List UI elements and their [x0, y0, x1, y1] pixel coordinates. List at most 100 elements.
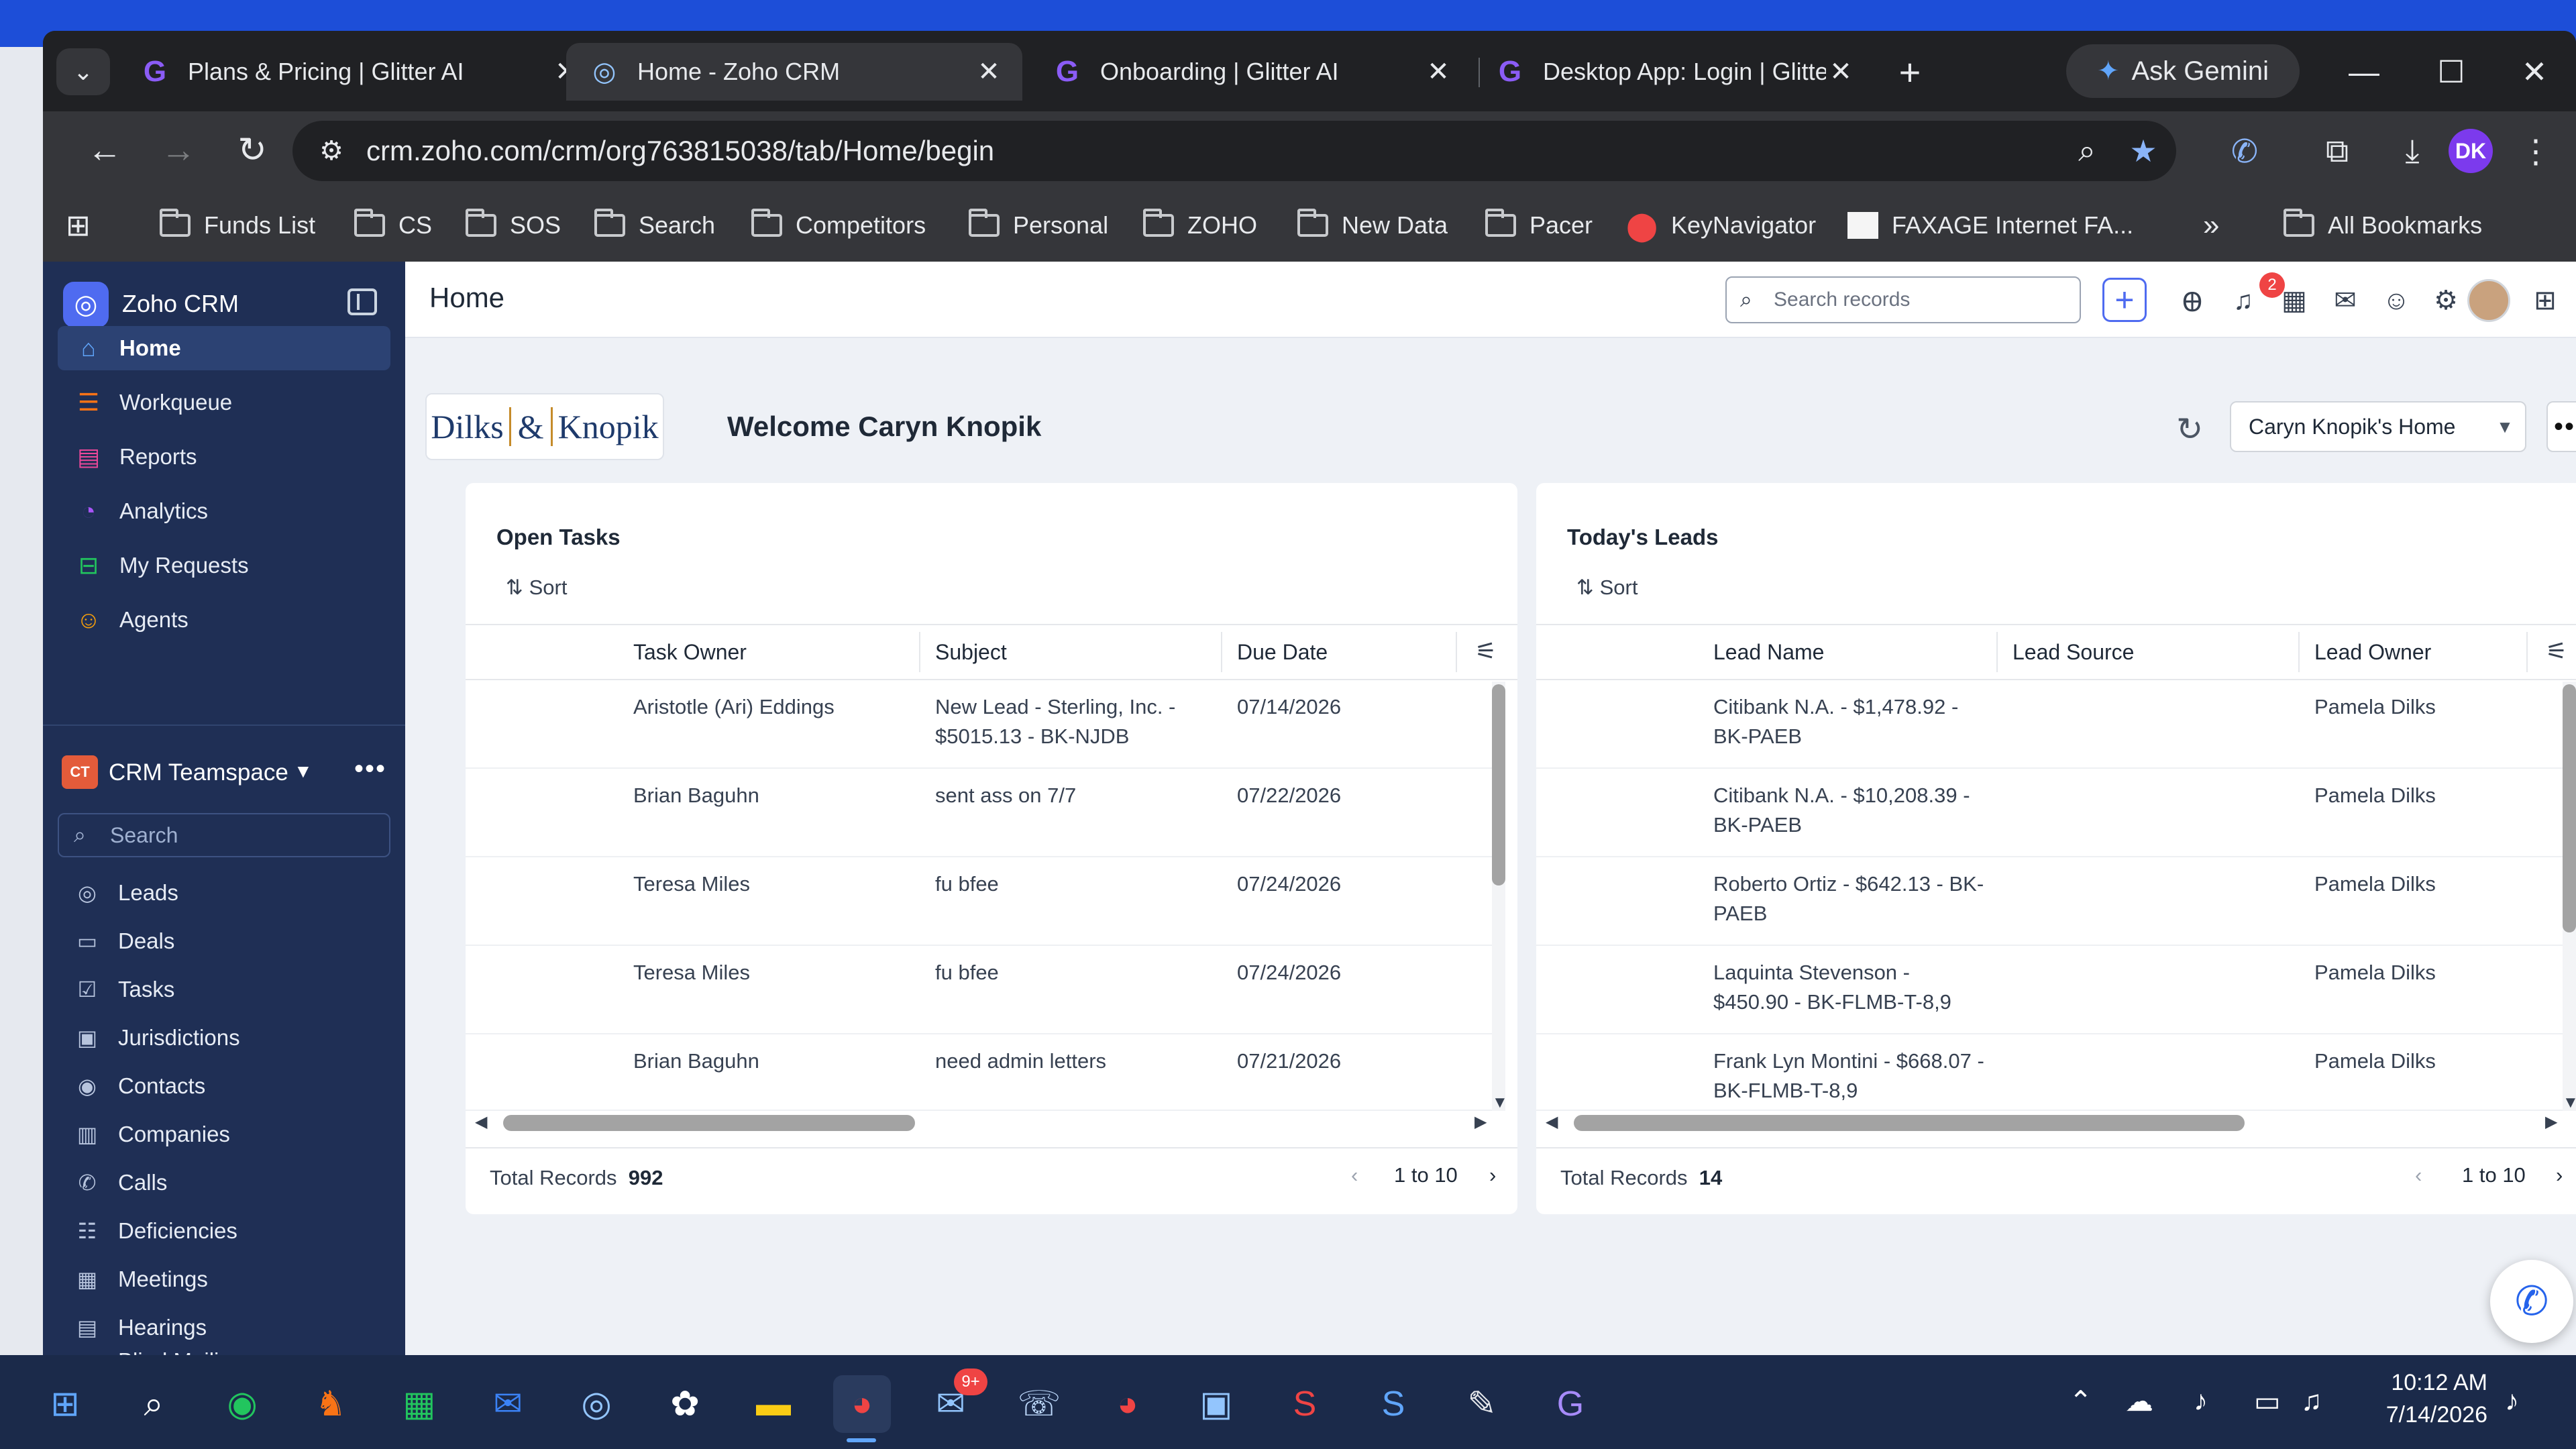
new-tab-button[interactable]: + [1888, 50, 1932, 94]
bookmark-folder[interactable]: Personal [969, 204, 1108, 247]
table-row[interactable]: Laquinta Stevenson - $450.90 - BK-FLMB-T… [1536, 945, 2563, 1034]
bookmark-folder[interactable]: Pacer [1485, 204, 1593, 247]
cloud-off-icon[interactable]: ☁ [2125, 1385, 2153, 1417]
close-icon[interactable]: ✕ [1826, 56, 1856, 87]
module-item-jurisdictions[interactable]: ▣ Jurisdictions [58, 1017, 390, 1059]
timer-app-icon[interactable]: ◎ [568, 1375, 625, 1433]
s-app-icon[interactable]: S [1364, 1375, 1422, 1433]
table-row[interactable]: Roberto Ortiz - $642.13 - BK-PAEB Pamela… [1536, 856, 2563, 946]
subject-cell[interactable]: need admin letters [935, 1046, 1210, 1076]
table-row[interactable]: Aristotle (Ari) Eddings New Lead - Sterl… [466, 679, 1492, 769]
bookmark-folder[interactable]: ZOHO [1143, 204, 1257, 247]
module-item-companies[interactable]: ▥ Companies [58, 1114, 390, 1155]
apps-grid-icon[interactable]: ⊞ [66, 204, 91, 247]
forward-button[interactable]: → [154, 126, 203, 174]
calendar-icon[interactable]: ▦ [2274, 280, 2314, 321]
browser-tab[interactable]: G Desktop App: Login | Glitter ✕ [1472, 43, 1874, 101]
scrollbar-thumb[interactable] [503, 1115, 915, 1131]
scrollbar-thumb[interactable] [1574, 1115, 2245, 1131]
table-row[interactable]: Frank Lyn Montini - $668.07 - BK-FLMB-T-… [1536, 1033, 2563, 1111]
phone-bridge-button[interactable]: ✆ [2490, 1260, 2573, 1343]
bookmarks-overflow-button[interactable]: » [2203, 204, 2219, 247]
sort-button[interactable]: ⇅ Sort [506, 576, 567, 600]
brave-icon[interactable]: ♞ [302, 1375, 360, 1433]
lead-name-cell[interactable]: Laquinta Stevenson - $450.90 - BK-FLMB-T… [1713, 958, 1988, 1017]
volume-icon[interactable]: ♫ [2301, 1385, 2322, 1417]
scroll-down-icon[interactable]: ▼ [2563, 1093, 2576, 1112]
module-item-deals[interactable]: ▭ Deals [58, 920, 390, 962]
table-row[interactable]: Citibank N.A. - $1,478.92 - BK-PAEB Pame… [1536, 679, 2563, 769]
more-menu-icon[interactable]: ⋮ [2512, 127, 2560, 176]
bookmark-link[interactable]: FAXAGE Internet FA... [1847, 204, 2133, 247]
extensions-icon[interactable]: ⧉ [2313, 127, 2361, 176]
lead-name-cell[interactable]: Roberto Ortiz - $642.13 - BK-PAEB [1713, 869, 1988, 928]
user-avatar[interactable] [2467, 279, 2510, 322]
search-icon[interactable]: ⌕ [125, 1375, 182, 1433]
chatgpt-icon[interactable]: ✿ [656, 1375, 714, 1433]
download-icon[interactable]: ⤓ [2388, 127, 2436, 176]
glitter-app-icon[interactable]: G [1542, 1375, 1599, 1433]
bell-icon[interactable]: ♫ [2223, 280, 2263, 321]
table-row[interactable]: Brian Baguhn need admin letters 07/21/20… [466, 1033, 1492, 1111]
sidebar-item-home[interactable]: ⌂ Home [58, 326, 390, 370]
next-page-icon[interactable]: › [2556, 1163, 2563, 1187]
close-icon[interactable]: ✕ [1424, 56, 1453, 87]
module-item-contacts[interactable]: ◉ Contacts [58, 1065, 390, 1107]
app-grid-icon[interactable]: ⊞ [2525, 280, 2565, 321]
all-bookmarks[interactable]: All Bookmarks [2284, 204, 2482, 247]
marketplace-icon[interactable]: ☺ [2376, 280, 2416, 321]
bookmark-folder[interactable]: SOS [466, 204, 561, 247]
network-icon[interactable]: ▭ [2254, 1385, 2281, 1417]
next-page-icon[interactable]: › [1489, 1163, 1496, 1187]
more-horizontal-icon[interactable]: ••• [354, 754, 386, 784]
excel-icon[interactable]: ▦ [390, 1375, 448, 1433]
subject-cell[interactable]: sent ass on 7/7 [935, 781, 1210, 810]
create-new-button[interactable]: + [2102, 278, 2147, 322]
scroll-left-icon[interactable]: ◀ [1546, 1112, 1558, 1132]
module-item-deficiencies[interactable]: ☷ Deficiencies [58, 1210, 390, 1252]
column-header[interactable]: Lead Owner [2314, 640, 2431, 665]
ask-gemini-button[interactable]: ✦ Ask Gemini [2066, 44, 2300, 98]
search-records-input[interactable]: ⌕ Search records [1725, 276, 2081, 323]
lead-name-cell[interactable]: Citibank N.A. - $1,478.92 - BK-PAEB [1713, 692, 1988, 751]
gear-icon[interactable]: ⚙ [2426, 280, 2466, 321]
table-row[interactable]: Citibank N.A. - $10,208.39 - BK-PAEB Pam… [1536, 767, 2563, 857]
column-settings-icon[interactable]: ⚟ [2540, 637, 2573, 665]
chrome-icon[interactable]: ◕ [833, 1375, 891, 1433]
bookmark-folder[interactable]: Search [594, 204, 715, 247]
lead-name-cell[interactable]: Citibank N.A. - $10,208.39 - BK-PAEB [1713, 781, 1988, 840]
browser-tab[interactable]: G Onboarding | Glitter AI ✕ [1029, 43, 1472, 101]
column-header[interactable]: Due Date [1237, 640, 1328, 665]
zia-icon[interactable]: Ꚛ [2172, 280, 2212, 321]
table-row[interactable]: Teresa Miles fu bfee 07/24/2026 [466, 856, 1492, 946]
microphone-icon[interactable]: ♪ [2194, 1385, 2208, 1417]
clock-time[interactable]: 10:12 AM [2380, 1370, 2487, 1396]
url-text[interactable]: crm.zoho.com/crm/org763815038/tab/Home/b… [366, 135, 2063, 167]
sidebar-collapse-icon[interactable] [347, 288, 377, 315]
outlook-icon[interactable]: ✉ [479, 1375, 537, 1433]
minimize-button[interactable]: — [2330, 50, 2398, 94]
horizontal-scrollbar[interactable]: ◀ ▶ [1543, 1111, 2569, 1135]
bookmark-star-icon[interactable]: ★ [2120, 133, 2167, 169]
notification-bell-icon[interactable]: ♪ [2505, 1385, 2519, 1417]
address-bar[interactable]: ⚙ crm.zoho.com/crm/org763815038/tab/Home… [292, 121, 2176, 181]
bookmark-folder[interactable]: CS [354, 204, 432, 247]
refresh-icon[interactable]: ↻ [2169, 409, 2210, 449]
notes-app-icon[interactable]: ✎ [1453, 1375, 1511, 1433]
column-separator[interactable] [2526, 632, 2528, 672]
scroll-left-icon[interactable]: ◀ [475, 1112, 487, 1132]
site-settings-icon[interactable]: ⚙ [313, 136, 350, 166]
sidebar-item-agents[interactable]: ☺ Agents [58, 598, 390, 642]
browser-tab[interactable]: G Plans & Pricing | Glitter AI ✕ [117, 43, 600, 101]
start-windows-icon[interactable]: ⊞ [36, 1375, 94, 1433]
clock-date[interactable]: 7/14/2026 [2361, 1402, 2487, 1428]
maximize-button[interactable]: ☐ [2418, 50, 2485, 94]
reload-button[interactable]: ↻ [228, 126, 276, 174]
teamspace-name[interactable]: CRM Teamspace [109, 759, 288, 786]
zoom-icon[interactable]: ⌕ [2063, 132, 2110, 170]
bookmark-folder[interactable]: New Data [1297, 204, 1448, 247]
module-item-hearings[interactable]: ▤ Hearings [58, 1307, 390, 1348]
subject-cell[interactable]: fu bfee [935, 869, 1210, 899]
profile-avatar[interactable]: DK [2449, 129, 2493, 173]
module-item-leads[interactable]: ◎ Leads [58, 872, 390, 914]
